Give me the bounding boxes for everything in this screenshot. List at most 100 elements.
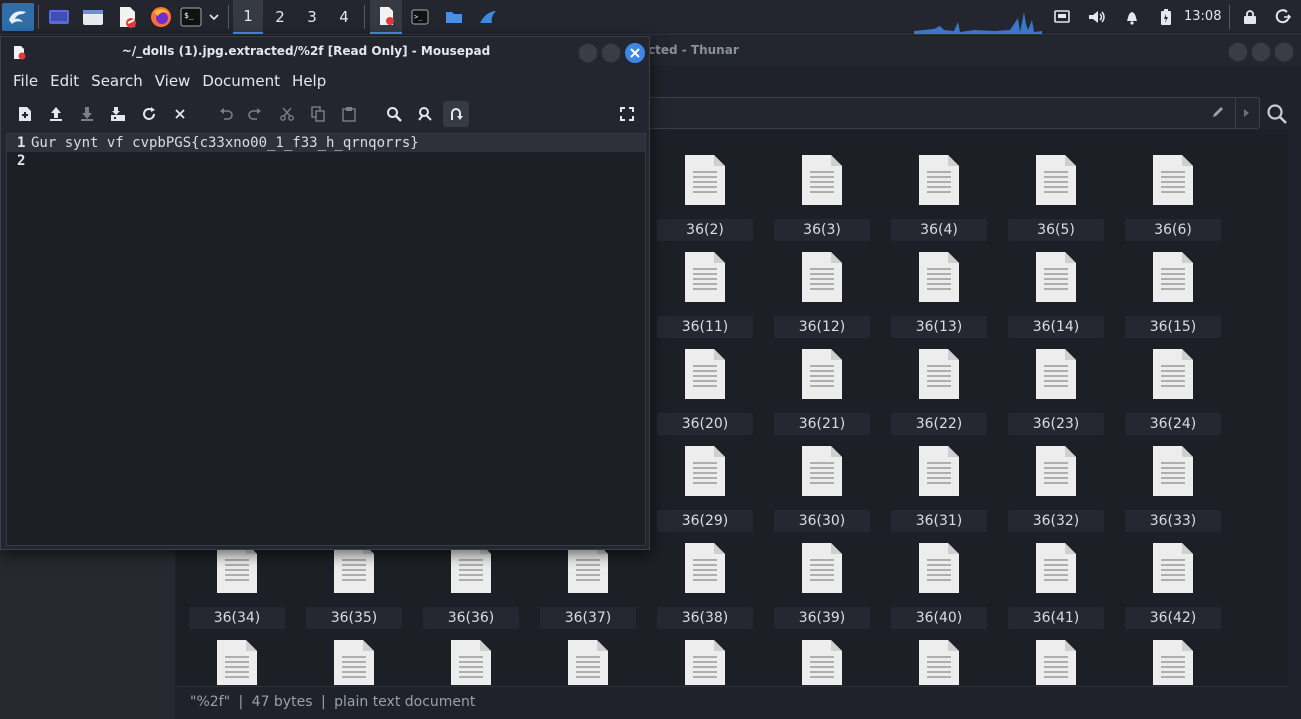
find-button[interactable] [381,101,407,127]
menu-help[interactable]: Help [286,68,332,94]
file-item[interactable] [1120,625,1226,685]
search-icon[interactable] [1266,103,1288,125]
file-item[interactable]: 36(23) [1003,334,1109,435]
save-button[interactable] [74,101,100,127]
menu-view[interactable]: View [149,68,197,94]
terminal-launcher[interactable]: $_ [178,3,204,31]
file-item[interactable]: 36(39) [769,528,875,629]
file-item[interactable] [301,625,407,685]
logout-button[interactable] [1271,3,1295,31]
file-item[interactable] [184,625,290,685]
file-item[interactable]: 36(22) [886,334,992,435]
statusbar: "%2f" | 47 bytes | plain text document [176,686,1288,716]
reload-button[interactable] [136,101,162,127]
file-manager-launcher[interactable] [80,3,106,31]
text-editor-launcher[interactable] [114,3,140,31]
file-item[interactable]: 36(41) [1003,528,1109,629]
menu-edit[interactable]: Edit [44,68,85,94]
workspace-3[interactable]: 3 [297,0,327,34]
minimize-button[interactable] [578,43,598,63]
close-document-button[interactable] [167,101,193,127]
text-file-icon [1036,543,1076,593]
cut-button[interactable] [274,101,300,127]
find-replace-button[interactable] [412,101,438,127]
file-item[interactable]: 36(4) [886,140,992,241]
file-item[interactable]: 36(3) [769,140,875,241]
thunar-minimize-button[interactable] [1228,42,1248,62]
fullscreen-button[interactable] [614,101,640,127]
text-editor[interactable]: 1 Gur synt vf cvpbPGS{c33xno00_1_f33_h_q… [6,133,646,546]
file-item[interactable]: 36(32) [1003,431,1109,532]
location-bar[interactable] [648,97,1260,129]
menu-search[interactable]: Search [85,68,149,94]
task-mousepad[interactable] [370,0,402,34]
file-item[interactable]: 36(24) [1120,334,1226,435]
task-terminal[interactable]: >_ [406,3,434,31]
undo-button[interactable] [213,101,239,127]
file-item[interactable]: 36(31) [886,431,992,532]
open-button[interactable] [43,101,69,127]
task-thunar[interactable] [440,3,468,31]
file-item[interactable]: 36(21) [769,334,875,435]
file-item[interactable]: 36(11) [652,237,758,338]
file-item[interactable]: 36(38) [652,528,758,629]
file-item[interactable] [652,625,758,685]
file-item[interactable] [535,625,641,685]
thunar-close-button[interactable] [1274,42,1294,62]
display-tray-button[interactable] [1050,3,1074,31]
goto-line-button[interactable] [443,101,469,127]
launcher-dropdown[interactable] [206,3,222,31]
power-tray-button[interactable] [1154,3,1178,31]
save-as-button[interactable] [105,101,131,127]
line-text[interactable]: Gur synt vf cvpbPGS{c33xno00_1_f33_h_qrn… [31,134,419,152]
file-item[interactable]: 36(6) [1120,140,1226,241]
chevron-right-icon[interactable] [1243,108,1251,118]
thunar-maximize-button[interactable] [1251,42,1271,62]
file-item[interactable]: 36(20) [652,334,758,435]
lock-screen-button[interactable] [1238,3,1262,31]
clock[interactable]: 13:08 [1184,0,1221,34]
show-desktop-button[interactable] [46,3,72,31]
file-item[interactable] [1003,625,1109,685]
kali-menu-button[interactable] [2,3,34,31]
paste-button[interactable] [336,101,362,127]
text-file-icon [802,640,842,685]
file-item[interactable]: 36(33) [1120,431,1226,532]
file-item[interactable]: 36(12) [769,237,875,338]
file-item[interactable] [886,625,992,685]
file-item[interactable]: 36(29) [652,431,758,532]
file-item[interactable]: 36(5) [1003,140,1109,241]
notifications-tray-button[interactable] [1120,3,1144,31]
workspace-2[interactable]: 2 [265,0,295,34]
file-item[interactable]: 36(42) [1120,528,1226,629]
redo-button[interactable] [242,101,268,127]
file-item[interactable]: 36(13) [886,237,992,338]
maximize-button[interactable] [601,43,621,63]
file-item[interactable]: 36(14) [1003,237,1109,338]
menu-document[interactable]: Document [196,68,286,94]
firefox-launcher[interactable] [148,3,174,31]
scrollbar[interactable] [1289,130,1301,685]
new-document-icon [19,107,31,121]
workspace-1[interactable]: 1 [233,0,263,34]
mousepad-titlebar[interactable]: ~/_dolls (1).jpg.extracted/%2f [Read Onl… [1,37,649,67]
workspace-4[interactable]: 4 [329,0,359,34]
file-item[interactable]: 36(2) [652,140,758,241]
volume-tray-button[interactable] [1085,3,1109,31]
text-editor-icon [380,7,394,25]
line-number: 1 [17,135,26,151]
file-item[interactable] [769,625,875,685]
file-item[interactable] [418,625,524,685]
task-app[interactable] [474,3,502,31]
editor-line[interactable]: 2 [7,152,645,170]
edit-pencil-icon[interactable] [1211,105,1225,119]
download-icon [81,107,93,121]
copy-button[interactable] [305,101,331,127]
close-button[interactable] [625,43,645,63]
new-document-button[interactable] [12,101,38,127]
file-item[interactable]: 36(15) [1120,237,1226,338]
menu-file[interactable]: File [7,68,44,94]
file-item[interactable]: 36(30) [769,431,875,532]
file-item[interactable]: 36(40) [886,528,992,629]
editor-line[interactable]: 1 Gur synt vf cvpbPGS{c33xno00_1_f33_h_q… [7,134,645,152]
